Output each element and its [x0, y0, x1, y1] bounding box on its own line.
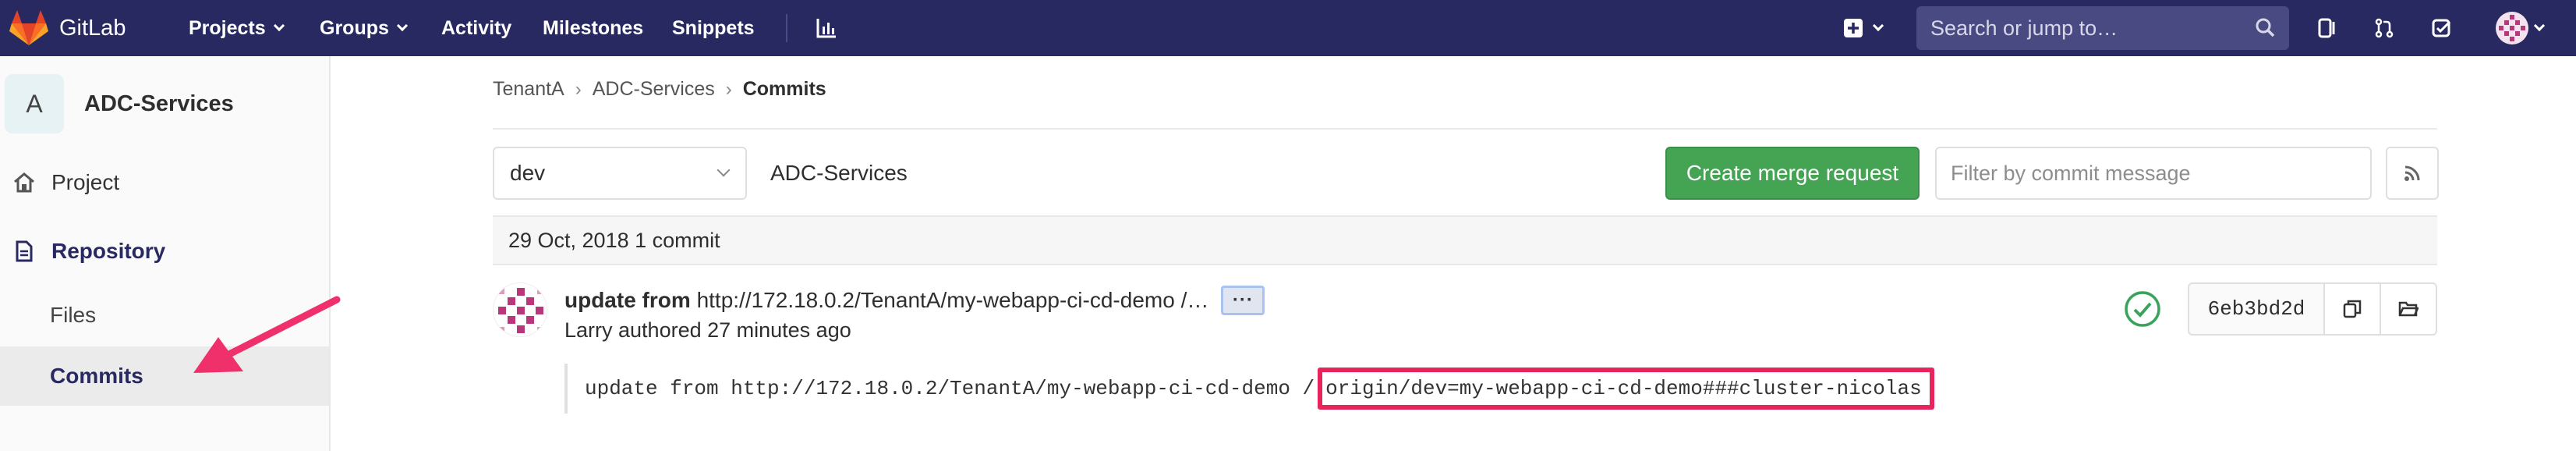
sidebar-item-label: Files — [50, 303, 97, 327]
toggle-description-button[interactable]: ··· — [1221, 286, 1265, 315]
new-item-dropdown[interactable] — [1835, 9, 1890, 47]
brand-name: GitLab — [59, 15, 126, 41]
nav-milestones[interactable]: Milestones — [543, 0, 643, 56]
chevron-down-icon — [717, 163, 731, 177]
nav-activity-label: Activity — [441, 16, 512, 39]
chevron-down-icon — [396, 20, 408, 32]
search-icon — [2256, 18, 2275, 37]
sidebar-project-name: ADC-Services — [84, 91, 234, 116]
nav-todos-button[interactable] — [2423, 9, 2461, 47]
breadcrumb-current[interactable]: Commits — [743, 78, 826, 101]
branch-dropdown[interactable]: dev — [493, 147, 747, 200]
nav-snippets[interactable]: Snippets — [672, 0, 755, 56]
branch-dropdown-value: dev — [510, 161, 546, 185]
sidebar-item-repository[interactable]: Repository — [0, 223, 329, 279]
gitlab-logo-icon — [9, 10, 48, 45]
create-merge-request-button[interactable]: Create merge request — [1665, 147, 1920, 200]
breadcrumb-chevron-icon: › — [575, 78, 582, 100]
user-menu[interactable] — [2492, 9, 2546, 47]
nav-groups-label: Groups — [320, 16, 389, 39]
search-box[interactable] — [1916, 6, 2289, 50]
header-divider — [493, 128, 2437, 130]
home-icon — [11, 169, 37, 196]
breadcrumb-project-link[interactable]: ADC-Services — [593, 78, 715, 101]
commit-description-text: update from http://172.18.0.2/TenantA/my… — [585, 377, 1315, 400]
browse-files-button[interactable] — [2381, 282, 2437, 336]
folder-open-icon — [2398, 301, 2419, 317]
identicon-icon — [498, 288, 543, 333]
nav-activity[interactable]: Activity — [441, 0, 511, 56]
nav-merge-requests-button[interactable] — [2365, 9, 2403, 47]
commit-author-line: Larry authored 27 minutes ago — [564, 318, 851, 342]
commit-filter-box[interactable] — [1935, 147, 2372, 200]
nav-snippets-label: Snippets — [672, 16, 755, 39]
rss-feed-button[interactable] — [2386, 147, 2439, 200]
commit-title[interactable]: update from http://172.18.0.2/TenantA/my… — [564, 286, 1265, 315]
search-input[interactable] — [1930, 16, 2227, 41]
breadcrumb: TenantA › ADC-Services › Commits — [493, 78, 826, 101]
nav-groups[interactable]: Groups — [320, 0, 408, 56]
sidebar-item-label: Repository — [51, 239, 166, 263]
user-avatar-icon — [2496, 12, 2528, 44]
chevron-down-icon — [273, 20, 285, 32]
repository-path-label[interactable]: ADC-Services — [770, 161, 908, 186]
nav-chart-button[interactable] — [808, 9, 845, 47]
project-avatar: A — [5, 74, 64, 133]
pipeline-success-icon[interactable] — [2124, 290, 2161, 328]
commit-description: update from http://172.18.0.2/TenantA/my… — [564, 364, 1934, 414]
sidebar-project-header[interactable]: A ADC-Services — [0, 56, 329, 151]
commit-title-rest: http://172.18.0.2/TenantA/my-webapp-ci-c… — [696, 288, 1209, 312]
nav-milestones-label: Milestones — [543, 16, 644, 39]
copy-sha-button[interactable] — [2325, 282, 2381, 336]
commit-filter-input[interactable] — [1951, 161, 2356, 186]
todo-check-icon — [2432, 19, 2451, 37]
nav-projects-label: Projects — [189, 16, 266, 39]
sidebar-item-label: Project — [51, 170, 120, 194]
gitlab-brand[interactable]: GitLab — [9, 8, 126, 48]
highlighted-branch-text: origin/dev=my-webapp-ci-cd-demo###cluste… — [1318, 368, 1934, 410]
nav-divider — [786, 14, 787, 42]
chevron-down-icon — [2533, 20, 2546, 32]
breadcrumb-chevron-icon: › — [725, 78, 732, 100]
nav-issues-button[interactable] — [2309, 9, 2347, 47]
copy-icon — [2343, 300, 2362, 318]
commit-sha[interactable]: 6eb3bd2d — [2188, 282, 2325, 336]
commit-sha-group: 6eb3bd2d — [2188, 282, 2437, 336]
chevron-down-icon — [1872, 20, 1884, 32]
merge-request-icon — [2375, 18, 2394, 38]
author-avatar[interactable] — [493, 282, 547, 337]
top-navbar: GitLab Projects Groups Activity Mileston… — [0, 0, 2576, 56]
commit-title-bold: update from — [564, 288, 691, 312]
chart-icon — [816, 19, 836, 38]
document-icon — [11, 238, 37, 265]
rss-icon — [2404, 165, 2420, 181]
sidebar-item-project[interactable]: Project — [0, 158, 329, 208]
plus-square-icon — [1844, 19, 1863, 37]
nav-projects[interactable]: Projects — [189, 0, 285, 56]
project-sidebar: A ADC-Services Project Repository Files … — [0, 56, 331, 451]
annotation-arrow-icon — [193, 296, 341, 373]
commits-day-header: 29 Oct, 2018 1 commit — [493, 215, 2437, 265]
issues-icon — [2318, 18, 2335, 38]
breadcrumb-group-link[interactable]: TenantA — [493, 78, 564, 101]
sidebar-item-label: Commits — [50, 364, 143, 388]
